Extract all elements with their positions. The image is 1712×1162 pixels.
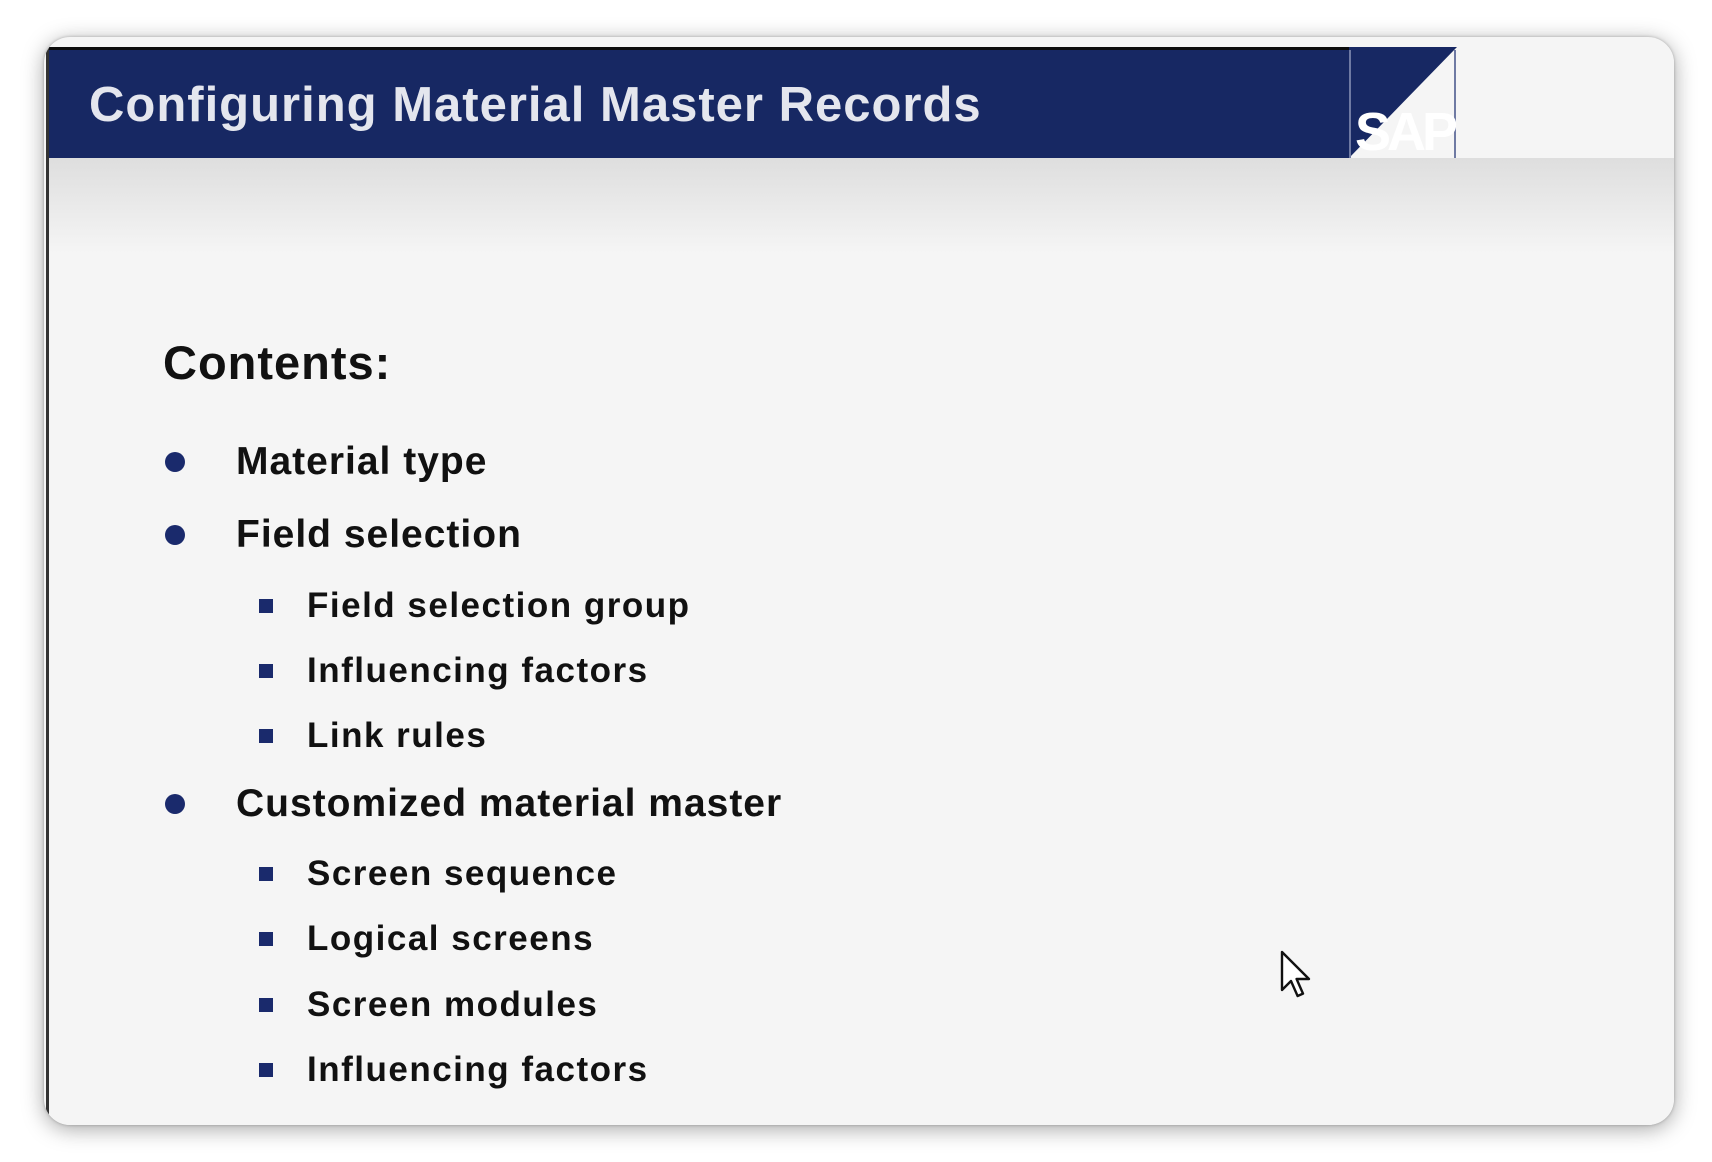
list-item-customized-material-master: Customized material master (165, 774, 781, 834)
bullet-square-icon (259, 867, 273, 881)
sublist-item-label: Link rules (307, 716, 488, 755)
list-item-field-selection: Field selection (165, 505, 521, 565)
slide: Configuring Material Master Records SAP … (46, 47, 1674, 1125)
sublist-item: Influencing factors (259, 643, 647, 699)
sublist-item-label: Field selection group (307, 586, 691, 625)
sublist-item-label: Logical screens (307, 919, 595, 958)
sublist-item: Screen sequence (259, 846, 616, 902)
sap-logo: SAP (1349, 50, 1458, 162)
bullet-square-icon (259, 599, 273, 613)
bullet-dot-icon (165, 452, 185, 472)
presentation-window: Configuring Material Master Records SAP … (44, 37, 1674, 1125)
sublist-item-label: Influencing factors (307, 1050, 649, 1089)
list-item-label: Material type (236, 440, 488, 483)
bullet-square-icon (259, 1063, 273, 1077)
sublist-item: Influencing factors (259, 1042, 647, 1098)
list-item-label: Customized material master (236, 782, 783, 825)
slide-title: Configuring Material Master Records (89, 78, 982, 132)
list-item-label: Field selection (236, 513, 522, 556)
bullet-square-icon (259, 998, 273, 1012)
sublist-item: Logical screens (259, 911, 593, 967)
contents-heading: Contents: (163, 336, 392, 389)
bullet-square-icon (259, 729, 273, 743)
bullet-square-icon (259, 932, 273, 946)
bullet-square-icon (259, 664, 273, 678)
sublist-item: Link rules (259, 708, 486, 764)
sublist-item: Screen modules (259, 977, 597, 1033)
sublist-item: Field selection group (259, 578, 689, 634)
sublist-item-label: Influencing factors (307, 651, 649, 690)
bullet-dot-icon (165, 525, 185, 545)
sublist-item-label: Screen sequence (307, 854, 618, 893)
mouse-pointer-icon (1280, 950, 1311, 998)
sublist-item-label: Screen modules (307, 985, 599, 1024)
list-item-material-type: Material type (165, 432, 486, 492)
sap-logo-text: SAP (1354, 102, 1458, 162)
header-shadow (49, 158, 1674, 253)
bullet-dot-icon (165, 794, 185, 814)
